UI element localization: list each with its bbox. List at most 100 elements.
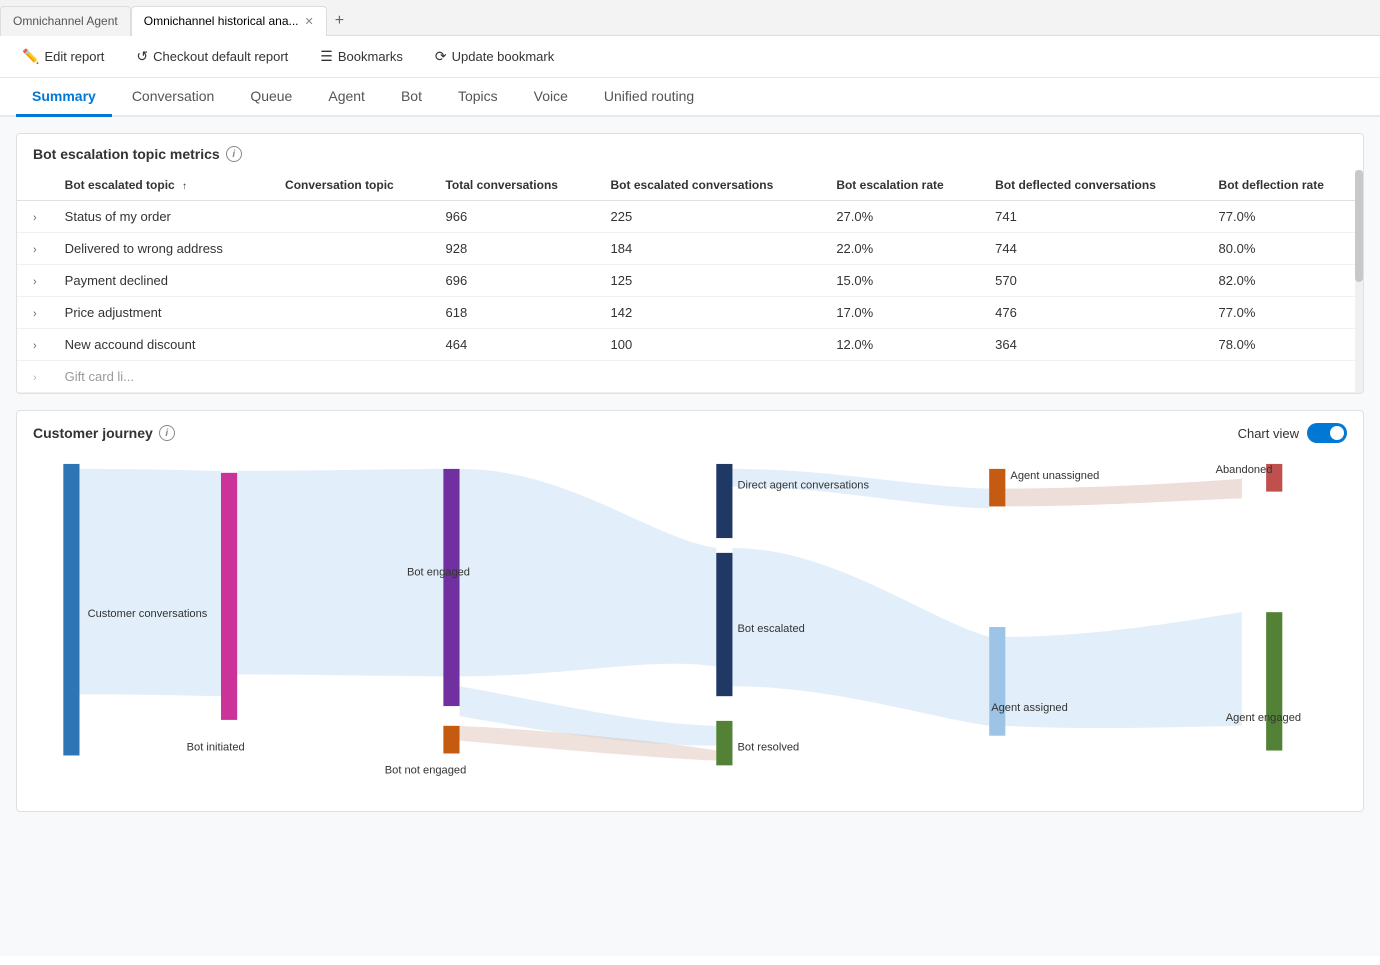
expand-col-header — [17, 170, 53, 201]
cell-deflected: 364 — [983, 329, 1206, 361]
expand-cell[interactable]: › — [17, 265, 53, 297]
scrollbar-thumb[interactable] — [1355, 170, 1363, 282]
node-bot-resolved — [716, 721, 732, 765]
expand-icon[interactable]: › — [29, 274, 41, 290]
label-direct-agent: Direct agent conversations — [738, 480, 870, 492]
cell-deflected: 744 — [983, 233, 1206, 265]
col-total-conversations: Total conversations — [433, 170, 598, 201]
col-bot-escalated-conversations: Bot escalated conversations — [599, 170, 825, 201]
label-agent-assigned: Agent assigned — [991, 702, 1068, 714]
cell-total: 464 — [433, 329, 598, 361]
cell-escalation-rate — [824, 361, 983, 393]
cell-topic: Delivered to wrong address — [53, 233, 273, 265]
bookmarks-button[interactable]: ☰ Bookmarks — [314, 44, 409, 69]
cell-escalation-rate: 22.0% — [824, 233, 983, 265]
close-icon[interactable]: ✕ — [305, 15, 314, 28]
sankey-svg: Customer conversations Bot initiated Bot… — [33, 459, 1347, 795]
tab-omnichannel-agent[interactable]: Omnichannel Agent — [0, 6, 131, 36]
bot-escalation-header: Bot escalation topic metrics i — [17, 134, 1363, 170]
cell-total: 618 — [433, 297, 598, 329]
cell-topic: Price adjustment — [53, 297, 273, 329]
cell-conversation-topic — [273, 329, 433, 361]
cell-deflection-rate — [1207, 361, 1363, 393]
col-bot-escalated-topic[interactable]: Bot escalated topic ↑ — [53, 170, 273, 201]
flow-customer-bot-initiated — [79, 469, 221, 696]
expand-icon[interactable]: › — [29, 306, 41, 322]
tab-summary[interactable]: Summary — [16, 78, 112, 117]
update-bookmark-button[interactable]: ⟳ Update bookmark — [429, 44, 560, 69]
chart-view-switch[interactable] — [1307, 423, 1347, 443]
flow-bot-escalated-agent-assigned — [732, 548, 989, 726]
cell-escalation-rate: 17.0% — [824, 297, 983, 329]
tab-voice[interactable]: Voice — [518, 78, 584, 117]
table-row: › New accound discount 464 100 12.0% 364… — [17, 329, 1363, 361]
node-bot-initiated — [221, 473, 237, 720]
node-agent-assigned — [989, 627, 1005, 736]
cell-escalation-rate: 27.0% — [824, 201, 983, 233]
tab-topics[interactable]: Topics — [442, 78, 514, 117]
cell-total: 966 — [433, 201, 598, 233]
cell-conversation-topic — [273, 297, 433, 329]
cell-deflected: 570 — [983, 265, 1206, 297]
tab-omnichannel-historical[interactable]: Omnichannel historical ana... ✕ — [131, 6, 327, 36]
expand-cell[interactable]: › — [17, 201, 53, 233]
bot-escalation-table-container: Bot escalated topic ↑ Conversation topic… — [17, 170, 1363, 393]
cell-escalated: 184 — [599, 233, 825, 265]
tab-bot[interactable]: Bot — [385, 78, 438, 117]
node-bot-escalated — [716, 553, 732, 696]
node-customer-conversations — [63, 464, 79, 756]
cell-topic: Payment declined — [53, 265, 273, 297]
refresh-icon: ↺ — [136, 48, 148, 65]
cell-conversation-topic — [273, 233, 433, 265]
label-bot-initiated: Bot initiated — [187, 742, 245, 754]
tab-agent[interactable]: Agent — [312, 78, 381, 117]
checkout-default-button[interactable]: ↺ Checkout default report — [130, 44, 294, 69]
col-bot-deflected-conversations: Bot deflected conversations — [983, 170, 1206, 201]
node-agent-engaged — [1266, 612, 1282, 750]
vertical-scrollbar[interactable] — [1355, 170, 1363, 393]
cell-escalated — [599, 361, 825, 393]
label-bot-resolved: Bot resolved — [738, 742, 800, 754]
cell-topic: Gift card li... — [53, 361, 273, 393]
cell-escalated: 225 — [599, 201, 825, 233]
cell-escalated: 125 — [599, 265, 825, 297]
cell-deflection-rate: 82.0% — [1207, 265, 1363, 297]
update-bookmark-label: Update bookmark — [452, 49, 555, 64]
cell-deflection-rate: 77.0% — [1207, 201, 1363, 233]
toolbar: ✏️ Edit report ↺ Checkout default report… — [0, 36, 1380, 78]
chart-view-label: Chart view — [1238, 426, 1299, 441]
label-bot-not-engaged: Bot not engaged — [385, 764, 467, 776]
node-bot-not-engaged — [443, 726, 459, 754]
tab-unified-routing[interactable]: Unified routing — [588, 78, 710, 117]
edit-report-button[interactable]: ✏️ Edit report — [16, 44, 110, 69]
journey-title: Customer journey — [33, 425, 153, 441]
customer-journey-card: Customer journey i Chart view — [16, 410, 1364, 812]
expand-cell[interactable]: › — [17, 329, 53, 361]
table-row: › Price adjustment 618 142 17.0% 476 77.… — [17, 297, 1363, 329]
sort-icon: ↑ — [182, 181, 187, 192]
tab-conversation[interactable]: Conversation — [116, 78, 231, 117]
new-tab-button[interactable]: + — [327, 12, 352, 30]
info-icon[interactable]: i — [226, 146, 242, 162]
journey-title-container: Customer journey i — [33, 425, 175, 441]
col-bot-escalation-rate: Bot escalation rate — [824, 170, 983, 201]
expand-cell[interactable]: › — [17, 233, 53, 265]
label-agent-unassigned: Agent unassigned — [1010, 470, 1099, 482]
node-agent-unassigned — [989, 469, 1005, 507]
table-row: › Delivered to wrong address 928 184 22.… — [17, 233, 1363, 265]
cell-deflection-rate: 78.0% — [1207, 329, 1363, 361]
cell-topic: Status of my order — [53, 201, 273, 233]
expand-icon[interactable]: › — [29, 338, 41, 354]
label-agent-engaged: Agent engaged — [1226, 712, 1301, 724]
flow-bot-engaged-bot-escalated — [460, 469, 717, 677]
bot-escalation-table: Bot escalated topic ↑ Conversation topic… — [17, 170, 1363, 393]
expand-cell[interactable]: › — [17, 361, 53, 393]
expand-cell[interactable]: › — [17, 297, 53, 329]
expand-icon[interactable]: › — [29, 210, 41, 226]
journey-info-icon[interactable]: i — [159, 425, 175, 441]
main-content: Bot escalation topic metrics i Bot escal… — [0, 117, 1380, 956]
cell-conversation-topic — [273, 361, 433, 393]
expand-icon[interactable]: › — [29, 370, 41, 386]
tab-queue[interactable]: Queue — [234, 78, 308, 117]
expand-icon[interactable]: › — [29, 242, 41, 258]
